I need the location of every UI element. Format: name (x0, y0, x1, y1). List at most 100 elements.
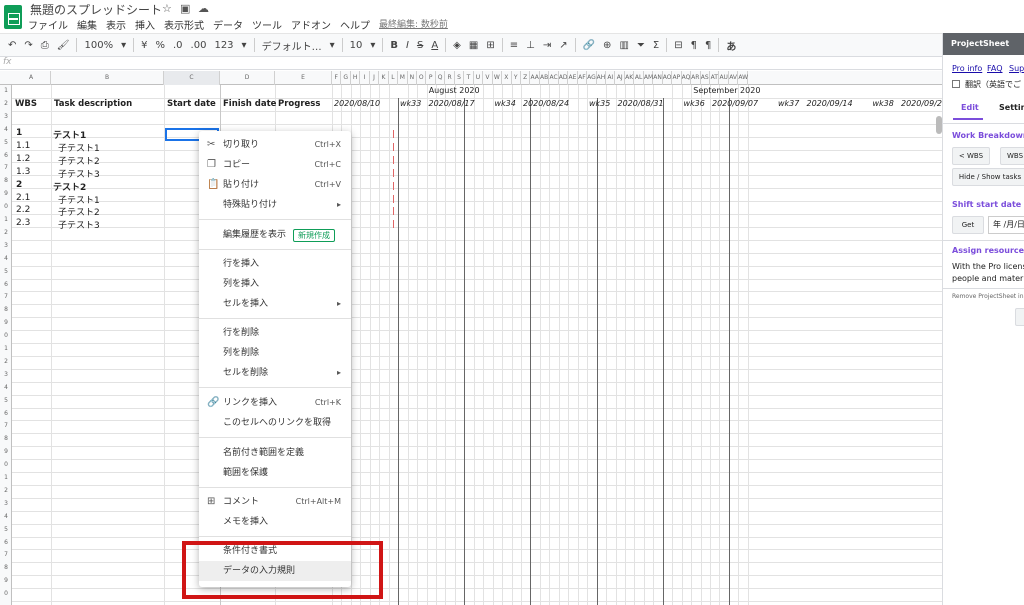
column-header[interactable]: AG (587, 71, 597, 85)
menu-help[interactable]: ヘルプ (340, 17, 370, 32)
document-title[interactable]: 無題のスプレッドシート (30, 1, 162, 18)
column-header[interactable]: C (164, 71, 220, 85)
text-rotate-icon[interactable]: ↗ (555, 40, 571, 51)
row-header[interactable]: 9 (0, 446, 12, 459)
font-size-select[interactable]: 10 (346, 40, 367, 51)
sheets-logo-icon[interactable] (4, 5, 22, 29)
menu-item-paste[interactable]: 📋 貼り付け Ctrl+V (199, 175, 351, 195)
menu-item-delete-cells[interactable]: セルを削除 ▸ (199, 363, 351, 383)
column-header[interactable]: AB (540, 71, 550, 85)
menu-addons[interactable]: アドオン (291, 17, 331, 32)
row-header[interactable]: 3 (0, 369, 12, 382)
hide-show-tasks-button[interactable]: Hide / Show tasks (952, 168, 1024, 186)
menu-item-cut[interactable]: ✂ 切り取り Ctrl+X (199, 135, 351, 155)
column-header[interactable]: K (379, 71, 389, 85)
column-header[interactable]: Q (436, 71, 446, 85)
column-header[interactable]: L (389, 71, 399, 85)
task-wbs[interactable]: 1.2 (16, 154, 30, 164)
task-wbs[interactable]: 2.1 (16, 193, 30, 203)
menu-item-insert-column[interactable]: 列を挿入 (199, 274, 351, 294)
row-header[interactable]: 5 (0, 524, 12, 537)
task-name[interactable]: 子テスト3 (58, 218, 100, 231)
row-header[interactable]: 2 (0, 98, 12, 111)
decrease-decimal-button[interactable]: .0 (169, 40, 187, 51)
text-color-button[interactable]: A (427, 40, 442, 51)
input-tools-button[interactable]: あ (722, 38, 740, 53)
menu-item-insert-note[interactable]: メモを挿入 (199, 512, 351, 532)
column-header[interactable]: F (332, 71, 342, 85)
row-header[interactable]: 9 (0, 575, 12, 588)
row-header[interactable]: 3 (0, 111, 12, 124)
row-header[interactable]: 1 (0, 214, 12, 227)
wbs-decrease-button[interactable]: < WBS (952, 147, 990, 165)
panel-button[interactable] (1015, 308, 1024, 326)
increase-decimal-button[interactable]: .00 (187, 40, 211, 51)
last-edit-link[interactable]: 最終編集: 数秒前 (379, 17, 448, 32)
star-icon[interactable]: ☆ (162, 2, 172, 15)
menu-item-delete-row[interactable]: 行を削除 (199, 323, 351, 343)
menu-file[interactable]: ファイル (28, 17, 68, 32)
column-header[interactable]: Z (521, 71, 531, 85)
support-link[interactable]: Sup (1009, 64, 1024, 73)
column-header[interactable]: AM (644, 71, 654, 85)
row-header[interactable]: 4 (0, 511, 12, 524)
faq-link[interactable]: FAQ (987, 64, 1003, 73)
row-header[interactable]: 5 (0, 266, 12, 279)
row-header[interactable]: 6 (0, 279, 12, 292)
font-select[interactable]: デフォルト… (258, 38, 326, 53)
row-header[interactable]: 6 (0, 537, 12, 550)
tab-settings[interactable]: Setting (999, 103, 1024, 112)
task-name[interactable]: 子テスト3 (58, 167, 100, 180)
column-header[interactable]: AO (663, 71, 673, 85)
merge-cells-icon[interactable]: ⊞ (482, 40, 498, 51)
row-header[interactable]: 8 (0, 562, 12, 575)
column-header[interactable]: AQ (682, 71, 692, 85)
functions-icon[interactable]: Σ (649, 40, 663, 51)
task-name[interactable]: 子テスト1 (58, 141, 100, 154)
menu-item-insert-link[interactable]: 🔗 リンクを挿入 Ctrl+K (199, 393, 351, 413)
menu-item-named-range[interactable]: 名前付き範囲を定義 (199, 443, 351, 463)
row-header[interactable]: 5 (0, 395, 12, 408)
menu-item-insert-cells[interactable]: セルを挿入 ▸ (199, 294, 351, 314)
row-header[interactable]: 4 (0, 253, 12, 266)
column-header[interactable]: AC (549, 71, 559, 85)
menu-item-protect-range[interactable]: 範囲を保護 (199, 463, 351, 483)
column-header[interactable]: S (455, 71, 465, 85)
column-header[interactable]: AN (653, 71, 663, 85)
row-header[interactable]: 7 (0, 291, 12, 304)
column-header[interactable]: AT (710, 71, 720, 85)
column-header[interactable]: AA (530, 71, 540, 85)
task-wbs[interactable]: 2 (16, 180, 22, 190)
insert-comment-icon[interactable]: ⊕ (599, 40, 615, 51)
menu-item-delete-column[interactable]: 列を削除 (199, 343, 351, 363)
row-header[interactable]: 9 (0, 317, 12, 330)
more-formats-button[interactable]: 123 (210, 40, 237, 51)
column-header[interactable]: N (408, 71, 418, 85)
move-folder-icon[interactable]: ▣ (180, 2, 190, 15)
column-header[interactable]: A (12, 71, 51, 85)
print-icon[interactable]: ⎙ (37, 40, 53, 51)
text-wrap-icon[interactable]: ⇥ (539, 40, 555, 51)
ltr-icon[interactable]: ¶ (701, 40, 715, 51)
row-header[interactable]: 7 (0, 162, 12, 175)
redo-icon[interactable]: ↷ (20, 40, 36, 51)
task-wbs[interactable]: 2.2 (16, 205, 30, 215)
strikethrough-button[interactable]: S (413, 40, 427, 51)
row-header[interactable]: 0 (0, 201, 12, 214)
spreadsheet-grid[interactable]: A B C D E F G H I J K L M N O P Q R S T U V W X Y Z AA AB AC AD AE AF AG… (0, 71, 942, 605)
column-header[interactable]: AS (701, 71, 710, 85)
task-wbs[interactable]: 2.3 (16, 218, 30, 228)
column-header[interactable]: AI (606, 71, 616, 85)
column-header[interactable]: D (220, 71, 275, 85)
row-header[interactable]: 6 (0, 408, 12, 421)
column-header[interactable]: B (51, 71, 164, 85)
column-header[interactable]: V (483, 71, 493, 85)
column-header[interactable]: I (360, 71, 370, 85)
zoom-select[interactable]: 100% (80, 40, 117, 51)
filter-icon[interactable]: ⏷ (633, 40, 649, 51)
row-header[interactable]: 7 (0, 420, 12, 433)
column-header[interactable]: AD (559, 71, 569, 85)
column-header[interactable]: O (417, 71, 427, 85)
fill-color-icon[interactable]: ◈ (449, 40, 465, 51)
column-header[interactable]: E (275, 71, 332, 85)
